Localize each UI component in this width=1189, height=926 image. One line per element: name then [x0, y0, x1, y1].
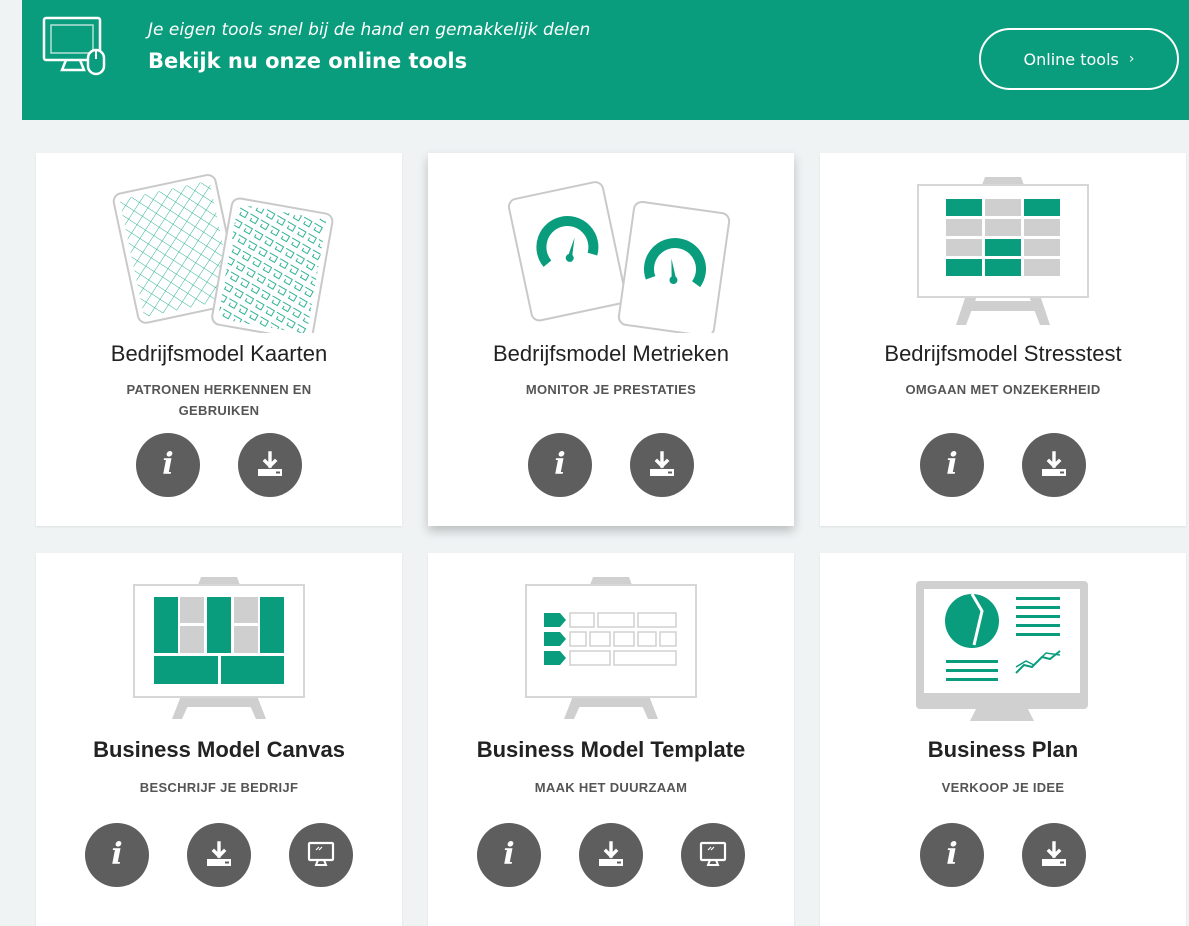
info-button[interactable]: i	[85, 823, 149, 887]
download-icon	[599, 841, 623, 866]
card-subtitle: MAAK HET DUURZAAM	[534, 780, 688, 795]
info-icon: i	[946, 447, 958, 482]
card-actions: i	[820, 823, 1186, 887]
card-title: Bedrijfsmodel Kaarten	[110, 341, 328, 366]
tool-card-business-plan[interactable]: Business Plan VERKOOP JE IDEE i	[820, 553, 1186, 926]
info-button[interactable]: i	[920, 433, 984, 497]
tool-card-bedrijfsmodel-metrieken[interactable]: Bedrijfsmodel Metrieken MONITOR JE PREST…	[428, 153, 794, 526]
download-icon	[650, 451, 674, 476]
card-subtitle: BESCHRIJF JE BEDRIJF	[139, 780, 299, 795]
download-icon	[1042, 841, 1066, 866]
tool-card-business-model-canvas[interactable]: Business Model Canvas BESCHRIJF JE BEDRI…	[36, 553, 402, 926]
metrics-cards-illustration	[507, 181, 731, 333]
card-title: Bedrijfsmodel Stresstest	[884, 341, 1122, 366]
easel-grid-illustration	[917, 177, 1089, 325]
card-title: Business Model Template	[476, 737, 746, 762]
banner-subtitle: Je eigen tools snel bij de hand en gemak…	[148, 20, 591, 40]
card-actions: i	[36, 823, 402, 887]
cards-pattern-illustration	[112, 174, 334, 333]
download-button[interactable]	[187, 823, 251, 887]
chevron-right-icon: ›	[1128, 51, 1135, 67]
info-icon: i	[162, 447, 174, 482]
tool-card-business-model-template[interactable]: Business Model Template MAAK HET DUURZAA…	[428, 553, 794, 926]
info-icon: i	[946, 837, 958, 872]
card-actions: i	[428, 433, 794, 497]
card-subtitle: MONITOR JE PRESTATIES	[525, 382, 697, 397]
download-icon	[207, 841, 231, 866]
card-title: Business Plan	[927, 737, 1079, 762]
card-actions: i	[820, 433, 1186, 497]
card-actions: i	[36, 433, 402, 497]
download-icon	[258, 451, 282, 476]
info-button[interactable]: i	[477, 823, 541, 887]
online-tool-button[interactable]	[289, 823, 353, 887]
easel-canvas-illustration	[133, 577, 305, 719]
online-tool-icon	[307, 841, 335, 866]
info-button[interactable]: i	[136, 433, 200, 497]
card-title: Business Model Canvas	[93, 737, 345, 762]
card-subtitle: VERKOOP JE IDEE	[941, 780, 1065, 795]
download-button[interactable]	[579, 823, 643, 887]
computer-mouse-icon	[42, 16, 106, 76]
download-button[interactable]	[630, 433, 694, 497]
download-button[interactable]	[1022, 823, 1086, 887]
tool-card-bedrijfsmodel-stresstest[interactable]: Bedrijfsmodel Stresstest OMGAAN MET ONZE…	[820, 153, 1186, 526]
online-tool-button[interactable]	[681, 823, 745, 887]
card-subtitle: PATRONEN HERKENNEN EN GEBRUIKEN	[126, 382, 312, 418]
monitor-report-illustration	[916, 581, 1088, 721]
tool-card-bedrijfsmodel-kaarten[interactable]: Bedrijfsmodel Kaarten PATRONEN HERKENNEN…	[36, 153, 402, 526]
banner-title: Bekijk nu onze online tools	[148, 49, 468, 73]
online-tools-button[interactable]: Online tools ›	[979, 28, 1179, 90]
card-subtitle: OMGAAN MET ONZEKERHEID	[905, 382, 1101, 397]
info-icon: i	[503, 837, 515, 872]
easel-template-illustration	[525, 577, 697, 719]
info-icon: i	[554, 447, 566, 482]
online-tools-banner: Je eigen tools snel bij de hand en gemak…	[22, 0, 1189, 120]
info-icon: i	[111, 837, 123, 872]
info-button[interactable]: i	[920, 823, 984, 887]
info-button[interactable]: i	[528, 433, 592, 497]
online-tool-icon	[699, 841, 727, 866]
card-actions: i	[428, 823, 794, 887]
download-button[interactable]	[1022, 433, 1086, 497]
online-tools-button-label: Online tools	[1023, 49, 1119, 69]
download-button[interactable]	[238, 433, 302, 497]
download-icon	[1042, 451, 1066, 476]
card-title: Bedrijfsmodel Metrieken	[493, 341, 729, 366]
